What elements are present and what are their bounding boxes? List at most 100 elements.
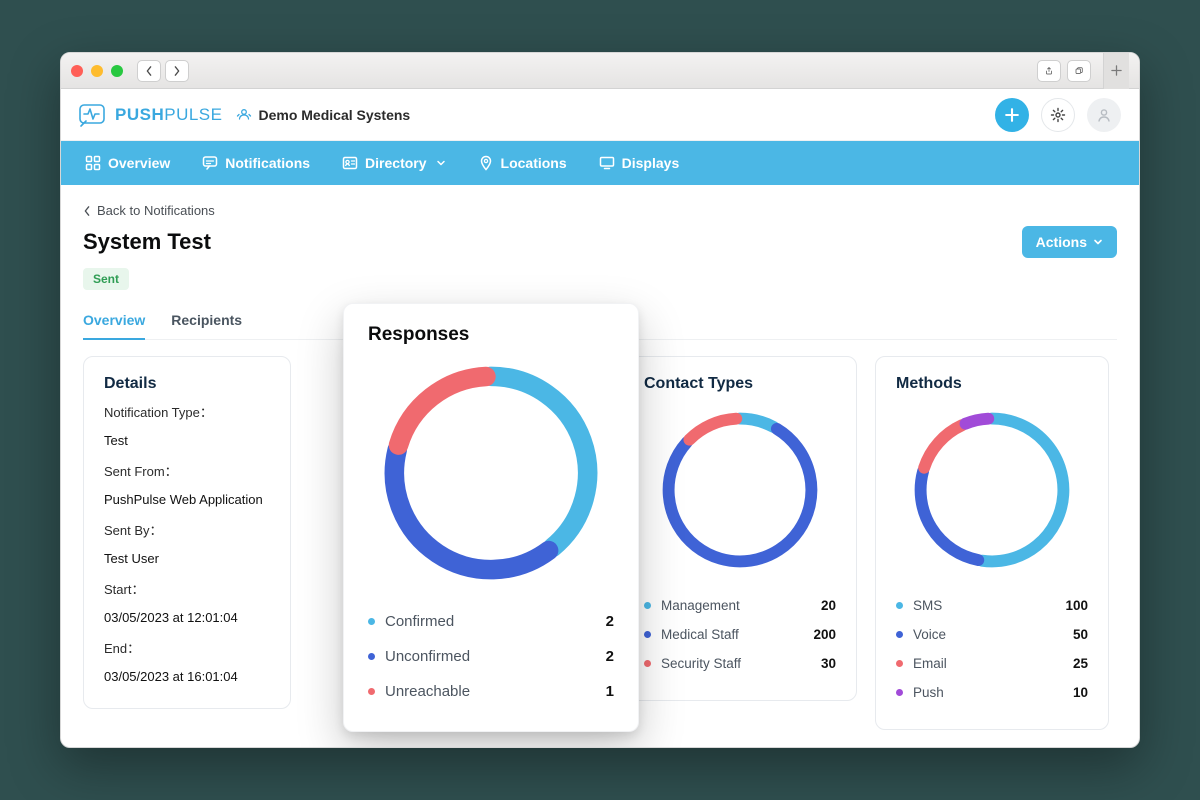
legend-label: Medical Staff: [661, 627, 739, 642]
share-icon: [1045, 66, 1053, 76]
legend-label: Management: [661, 598, 740, 613]
nav-label: Displays: [622, 155, 680, 171]
legend-label: Unreachable: [385, 683, 470, 700]
plus-icon: [1111, 65, 1122, 76]
responses-legend: Confirmed 2Unconfirmed2Unreachable1: [368, 604, 614, 709]
legend-label: Security Staff: [661, 656, 741, 671]
responses-title: Responses: [368, 324, 614, 346]
legend-row: Unconfirmed2: [368, 639, 614, 674]
actions-button[interactable]: Actions: [1022, 226, 1117, 258]
legend-dot: [644, 602, 651, 609]
donut-segment: [491, 376, 588, 547]
settings-button[interactable]: [1041, 98, 1075, 132]
contact-types-title: Contact Types: [644, 375, 836, 393]
chevron-left-icon: [83, 206, 91, 216]
back-link[interactable]: Back to Notifications: [83, 199, 1117, 222]
chevron-down-icon: [436, 158, 446, 168]
actions-label: Actions: [1036, 234, 1087, 250]
detail-value: PushPulse Web Application: [104, 490, 270, 510]
nav-locations[interactable]: Locations: [464, 141, 581, 185]
nav-label: Directory: [365, 155, 426, 171]
donut-segment: [394, 450, 548, 570]
share-button[interactable]: [1037, 60, 1061, 82]
nav-notifications[interactable]: Notifications: [188, 141, 324, 185]
browser-window: PUSHPULSE Demo Medical Systens Overview …: [60, 52, 1140, 748]
org-switcher[interactable]: Demo Medical Systens: [236, 107, 410, 123]
chevron-down-icon: [1093, 237, 1103, 247]
methods-card: Methods SMS100Voice50Email25Push10: [875, 356, 1109, 730]
legend-label: Email: [913, 656, 947, 671]
legend-value: 200: [813, 627, 836, 642]
legend-row: Email 25: [896, 649, 1088, 678]
org-icon: [236, 107, 252, 123]
page-title: System Test: [83, 229, 211, 255]
legend-value: 50: [1073, 627, 1088, 642]
brand-logo[interactable]: PUSHPULSE: [79, 102, 222, 128]
details-title: Details: [104, 375, 270, 393]
close-window-icon[interactable]: [71, 65, 83, 77]
donut-segment: [921, 471, 979, 560]
detail-label: Notification Type：: [104, 403, 270, 423]
maximize-window-icon[interactable]: [111, 65, 123, 77]
detail-value: Test: [104, 431, 270, 451]
methods-legend: SMS100Voice50Email25Push10: [896, 591, 1088, 707]
donut-segment: [669, 429, 812, 562]
legend-value: 25: [1073, 656, 1088, 671]
org-name: Demo Medical Systens: [258, 107, 410, 123]
chevron-right-icon: [173, 66, 181, 76]
detail-label: Sent From：: [104, 462, 270, 482]
nav-displays[interactable]: Displays: [585, 141, 694, 185]
nav-label: Overview: [108, 155, 170, 171]
browser-forward-button[interactable]: [165, 60, 189, 82]
legend-value: 10: [1073, 685, 1088, 700]
nav-directory[interactable]: Directory: [328, 141, 459, 185]
user-avatar[interactable]: [1087, 98, 1121, 132]
grid-icon: [85, 155, 101, 171]
detail-value: Test User: [104, 549, 270, 569]
responses-donut: [376, 358, 606, 588]
legend-row: Medical Staff 200: [644, 620, 836, 649]
legend-value: 2: [606, 648, 614, 665]
main-nav: Overview Notifications Directory Locatio…: [61, 141, 1139, 185]
create-button[interactable]: [995, 98, 1029, 132]
donut-segment: [982, 419, 1063, 562]
legend-dot: [896, 631, 903, 638]
legend-dot: [368, 653, 375, 660]
legend-row: Unreachable1: [368, 674, 614, 709]
legend-dot: [644, 660, 651, 667]
minimize-window-icon[interactable]: [91, 65, 103, 77]
nav-overview[interactable]: Overview: [71, 141, 184, 185]
legend-label: Confirmed: [385, 613, 454, 630]
legend-value: 20: [821, 598, 836, 613]
back-link-label: Back to Notifications: [97, 203, 215, 218]
browser-back-button[interactable]: [137, 60, 161, 82]
tab-recipients[interactable]: Recipients: [171, 304, 242, 339]
status-badge: Sent: [83, 268, 129, 290]
legend-row: Management 20: [644, 591, 836, 620]
logo-icon: [79, 102, 109, 128]
donut-segment: [965, 419, 988, 424]
pin-icon: [478, 155, 494, 171]
tabs-button[interactable]: [1067, 60, 1091, 82]
tabs-icon: [1075, 66, 1083, 76]
donut-segment: [399, 377, 486, 446]
methods-title: Methods: [896, 375, 1088, 393]
contact-types-legend: Management 20 Medical Staff 200 Security Sta…: [644, 591, 836, 678]
app-header: PUSHPULSE Demo Medical Systens: [61, 89, 1139, 141]
user-icon: [1096, 107, 1112, 123]
legend-row: Voice50: [896, 620, 1088, 649]
monitor-icon: [599, 155, 615, 171]
tab-overview[interactable]: Overview: [83, 304, 145, 340]
nav-label: Locations: [501, 155, 567, 171]
new-tab-button[interactable]: [1103, 53, 1129, 89]
donut-segment: [740, 419, 774, 427]
browser-chrome: [61, 53, 1139, 89]
legend-label: Push: [913, 685, 944, 700]
legend-value: 100: [1065, 598, 1088, 613]
legend-dot: [644, 631, 651, 638]
detail-label: Sent By：: [104, 521, 270, 541]
legend-dot: [368, 688, 375, 695]
legend-dot: [896, 689, 903, 696]
legend-row: Push 10: [896, 678, 1088, 707]
detail-label: End：: [104, 639, 270, 659]
